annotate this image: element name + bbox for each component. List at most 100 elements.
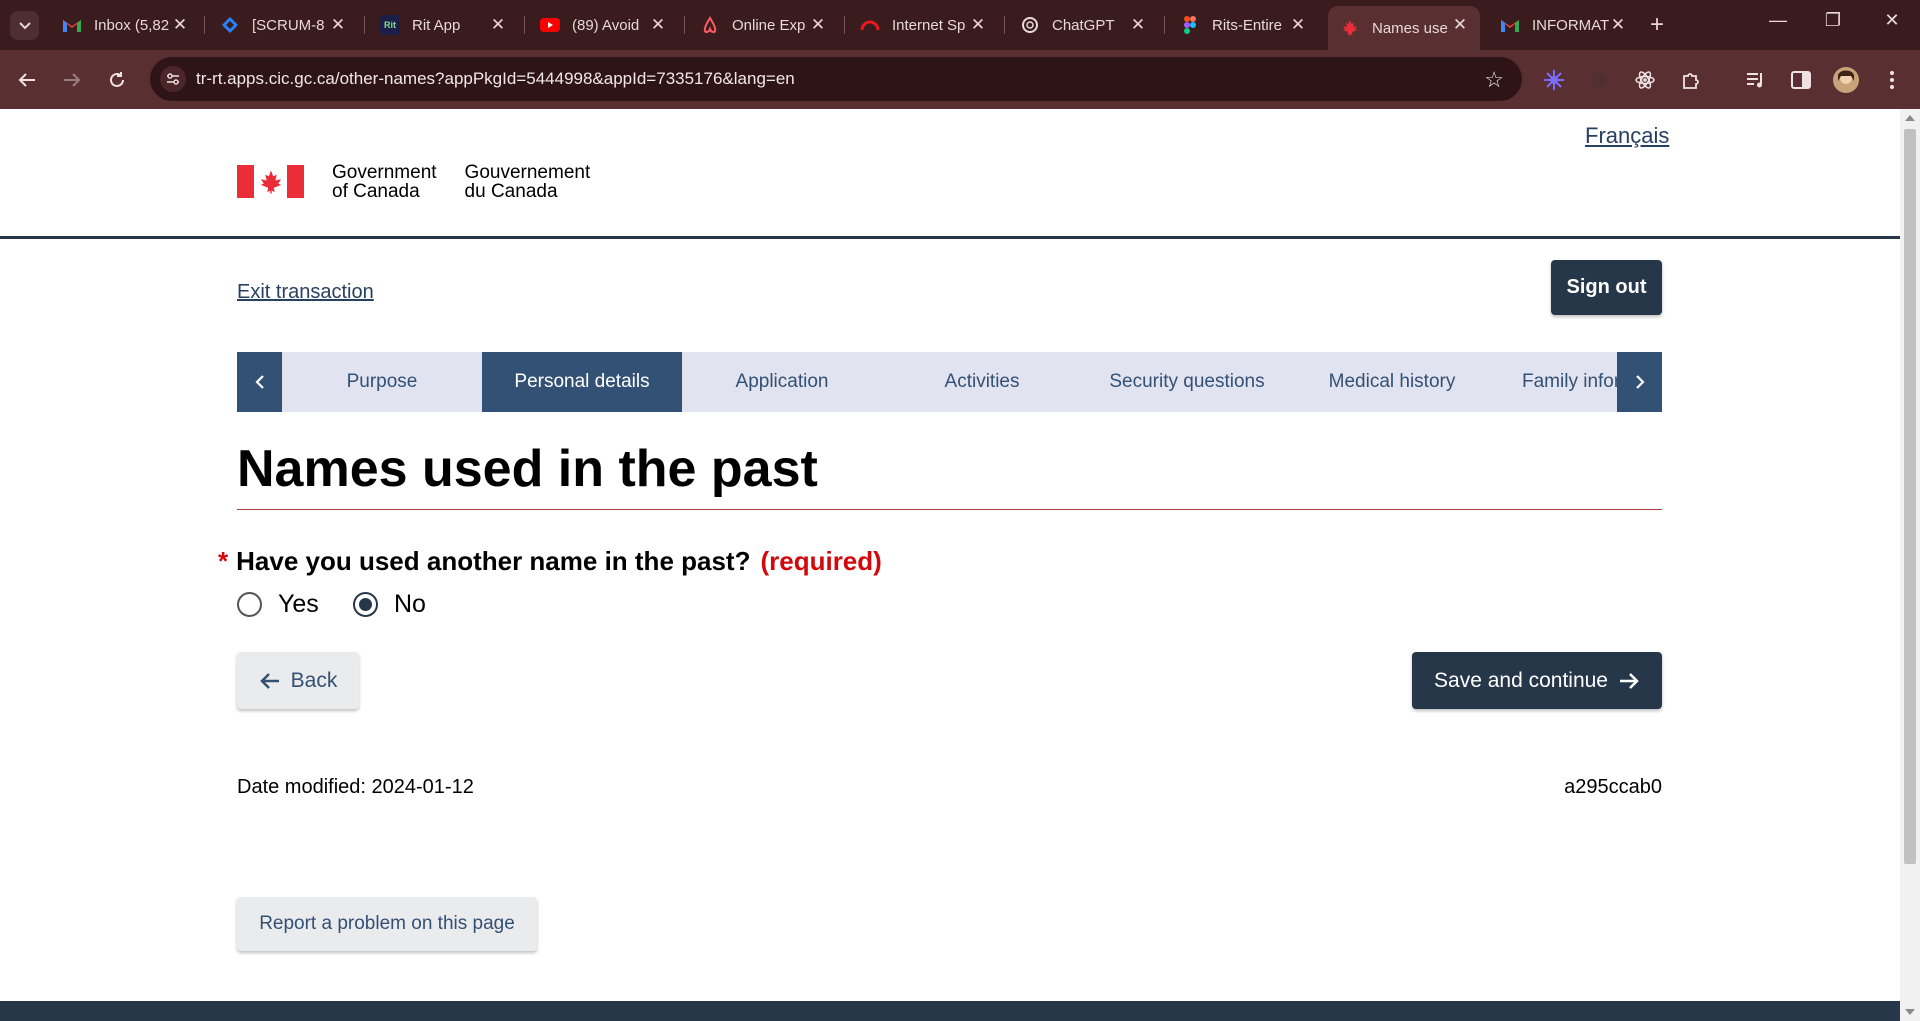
arrow-right-icon [1619,672,1639,689]
step-activities[interactable]: Activities [882,352,1082,412]
save-button-label: Save and continue [1434,668,1608,692]
required-marker: * [218,546,229,576]
extension-icon[interactable] [1585,66,1613,94]
scroll-up-arrow[interactable] [1905,115,1915,121]
page-footer [0,1001,1900,1021]
close-tab-icon[interactable]: ✕ [1608,15,1628,35]
radio-yes[interactable] [237,592,262,617]
youtube-icon [540,15,560,35]
signature-en-line2: of Canada [332,181,420,202]
react-devtools-icon[interactable] [1631,66,1659,94]
chevron-right-icon [1635,375,1645,389]
address-bar[interactable]: tr-rt.apps.cic.gc.ca/other-names?appPkgI… [150,57,1522,101]
step-security-questions[interactable]: Security questions [1082,352,1292,412]
minimize-button[interactable]: — [1758,10,1798,31]
radio-option-yes[interactable]: Yes [237,590,319,619]
close-tab-icon[interactable]: ✕ [808,15,828,35]
tab-title: Names use [1372,19,1448,37]
arrow-right-icon [64,73,81,87]
bookmark-star-icon[interactable]: ☆ [1484,67,1504,93]
new-tab-button[interactable]: + [1650,12,1664,38]
language-toggle-link[interactable]: Français [1585,123,1669,149]
airbnb-icon [700,15,720,35]
browser-tab[interactable]: [SCRUM-8 ✕ [208,6,358,44]
site-info-icon[interactable] [160,66,186,92]
browser-tab[interactable]: Rits-Entire ✕ [1168,6,1318,44]
url-text[interactable]: tr-rt.apps.cic.gc.ca/other-names?appPkgI… [196,69,795,89]
close-tab-icon[interactable]: ✕ [1450,15,1470,35]
canada-flag-icon [237,165,304,198]
radio-option-no[interactable]: No [353,590,426,619]
stepper-prev-button[interactable] [237,352,282,412]
browser-tab-active[interactable]: Names use ✕ [1328,6,1480,50]
browser-tab[interactable]: ChatGPT ✕ [1008,6,1158,44]
browser-tab[interactable]: Internet Sp ✕ [848,6,998,44]
header-divider [0,236,1900,239]
page-title: Names used in the past [237,440,818,498]
reload-button[interactable] [103,66,131,94]
rit-app-icon: Rit [380,15,400,35]
radio-no[interactable] [353,592,378,617]
progress-stepper: Purpose Personal details Application Act… [237,352,1662,412]
side-panel-icon[interactable] [1787,66,1815,94]
restore-button[interactable]: ❐ [1813,10,1853,31]
back-button[interactable]: Back [237,652,359,709]
close-tab-icon[interactable]: ✕ [968,15,988,35]
chatgpt-icon [1020,15,1040,35]
close-tab-icon[interactable]: ✕ [1128,15,1148,35]
signature-fr-line2: du Canada [464,181,558,202]
chevron-left-icon [254,375,264,389]
browser-tab[interactable]: Inbox (5,82 ✕ [50,6,200,44]
step-personal-details[interactable]: Personal details [482,352,682,412]
close-tab-icon[interactable]: ✕ [488,15,508,35]
close-tab-icon[interactable]: ✕ [328,15,348,35]
stepper-next-button[interactable] [1617,352,1662,412]
close-tab-icon[interactable]: ✕ [648,15,668,35]
tab-title: ChatGPT [1052,16,1115,34]
tab-title: [SCRUM-8 [252,16,325,34]
government-signature[interactable]: Government of Canada Gouvernement du Can… [237,163,590,201]
tab-title: (89) Avoid [572,16,640,34]
back-nav-button[interactable] [13,66,41,94]
scroll-thumb[interactable] [1904,129,1916,864]
avatar[interactable] [1832,66,1860,94]
radio-yes-label[interactable]: Yes [278,590,319,619]
media-control-icon[interactable] [1742,66,1770,94]
question-legend: * Have you used another name in the past?… [218,546,882,577]
reload-icon [110,72,124,87]
jira-icon [220,15,240,35]
browser-tab[interactable]: (89) Avoid ✕ [528,6,678,44]
puzzle-extensions-icon[interactable] [1677,66,1705,94]
tab-title: Online Exp [732,16,806,34]
save-and-continue-button[interactable]: Save and continue [1412,652,1662,709]
chevron-down-icon [18,21,31,29]
question-label: Have you used another name in the past? [236,546,751,576]
forward-nav-button[interactable] [58,66,86,94]
browser-tab[interactable]: Rit Rit App ✕ [368,6,518,44]
report-problem-button[interactable]: Report a problem on this page [237,897,537,951]
tab-search-button[interactable] [10,11,39,40]
extension-icon[interactable] [1540,66,1568,94]
browser-tabstrip: Inbox (5,82 ✕ [SCRUM-8 ✕ Rit Rit App ✕ (… [0,0,1920,50]
close-tab-icon[interactable]: ✕ [1288,15,1308,35]
arrow-left-icon [18,73,35,87]
step-medical-history[interactable]: Medical history [1292,352,1492,412]
tab-title: Rit App [412,16,461,34]
close-window-button[interactable]: ✕ [1872,10,1912,31]
step-family-information[interactable]: Family infor [1492,352,1617,412]
signature-fr-line1: Gouvernement [464,162,591,183]
browser-tab[interactable]: Online Exp ✕ [688,6,838,44]
scroll-down-arrow[interactable] [1905,1009,1915,1015]
maple-leaf-icon [1340,18,1360,38]
sign-out-button[interactable]: Sign out [1551,260,1662,315]
menu-kebab-icon[interactable] [1878,66,1906,94]
browser-tab[interactable]: INFORMAT ✕ [1488,6,1638,44]
step-application[interactable]: Application [682,352,882,412]
close-tab-icon[interactable]: ✕ [170,15,190,35]
gmail-icon [1500,15,1520,35]
exit-transaction-link[interactable]: Exit transaction [237,281,374,304]
radio-no-label[interactable]: No [394,590,426,619]
step-purpose[interactable]: Purpose [282,352,482,412]
page-scrollbar[interactable] [1900,109,1920,1021]
signature-english: Government of Canada [332,163,437,201]
